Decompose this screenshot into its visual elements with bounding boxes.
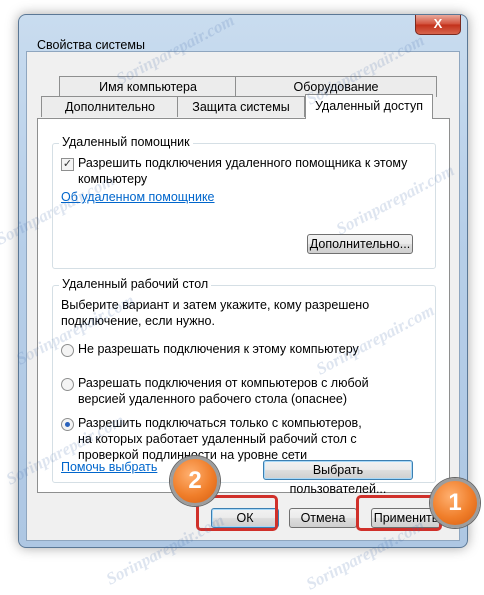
- allow-remote-assistance-checkbox[interactable]: ✓: [61, 158, 74, 171]
- remote-assistance-legend: Удаленный помощник: [59, 135, 193, 149]
- tab-advanced[interactable]: Дополнительно: [41, 96, 179, 117]
- option-allow-nla-only[interactable]: Разрешить подключаться только с компьюте…: [78, 415, 368, 463]
- tab-remote-access[interactable]: Удаленный доступ: [305, 94, 433, 119]
- window-title: Свойства системы: [37, 38, 145, 52]
- radio-allow-nla-only[interactable]: [61, 418, 74, 431]
- system-properties-window: Свойства системы X Имя компьютера Оборуд…: [18, 14, 468, 548]
- select-users-button[interactable]: Выбрать пользователей...: [263, 460, 413, 496]
- allow-remote-assistance-label[interactable]: Разрешить подключения удаленного помощни…: [78, 155, 408, 187]
- tab-system-protection[interactable]: Защита системы: [177, 96, 305, 117]
- about-remote-assistance-link[interactable]: Об удаленном помощнике: [61, 190, 215, 204]
- remote-desktop-description: Выберите вариант и затем укажите, кому р…: [61, 298, 370, 328]
- radio-allow-any-version[interactable]: [61, 378, 74, 391]
- close-button[interactable]: X: [415, 15, 461, 35]
- remote-tab-panel: Удаленный помощник ✓ Разрешить подключен…: [37, 118, 450, 496]
- option-allow-any-version[interactable]: Разрешать подключения от компьютеров с л…: [78, 375, 408, 407]
- cancel-button[interactable]: Отмена: [289, 508, 357, 528]
- dialog-client-area: Имя компьютера Оборудование Дополнительн…: [26, 51, 460, 541]
- remote-assistance-advanced-button[interactable]: Дополнительно...: [307, 234, 413, 254]
- tab-computer-name[interactable]: Имя компьютера: [59, 76, 237, 97]
- remote-desktop-group: Удаленный рабочий стол Выберите вариант …: [52, 277, 436, 496]
- close-icon: X: [433, 16, 443, 31]
- remote-assistance-group: Удаленный помощник ✓ Разрешить подключен…: [52, 135, 436, 269]
- checkmark-icon: ✓: [62, 158, 73, 170]
- option-deny-connections[interactable]: Не разрешать подключения к этому компьют…: [78, 341, 408, 357]
- title-bar[interactable]: Свойства системы X: [19, 15, 467, 52]
- help-me-choose-link[interactable]: Помочь выбрать: [61, 460, 157, 474]
- radio-deny-connections[interactable]: [61, 344, 74, 357]
- step-badge-1: 1: [430, 478, 480, 528]
- step-badge-2: 2: [170, 456, 220, 506]
- remote-desktop-legend: Удаленный рабочий стол: [59, 277, 212, 291]
